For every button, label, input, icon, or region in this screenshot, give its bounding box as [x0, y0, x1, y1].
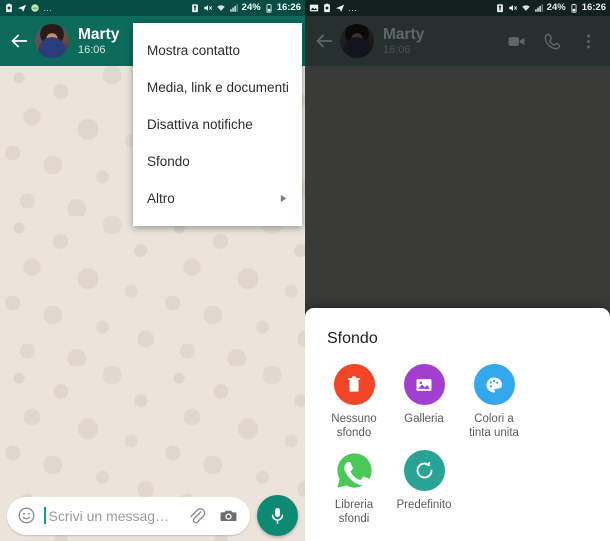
menu-item-label: Media, link e documenti: [147, 80, 289, 95]
status-bar: … 24% 16:26: [305, 0, 610, 16]
telegram-icon: [17, 4, 27, 12]
option-label: Colori a tinta unita: [469, 413, 519, 439]
mute-icon: [508, 5, 517, 11]
option-label: Nessuno sfondo: [331, 413, 377, 439]
signal-icon: [229, 4, 238, 12]
status-bar-right-icons: 24% 16:26: [190, 3, 301, 13]
submenu-arrow-icon: [280, 194, 287, 203]
status-bar-left-icons: …: [4, 3, 190, 13]
contact-name: Marty: [383, 25, 425, 43]
menu-item-label: Altro: [147, 191, 175, 206]
contact-last-seen: 16:06: [78, 43, 106, 56]
trash-icon: [347, 375, 361, 392]
sim-icon: [496, 4, 503, 13]
status-bar-right-icons: 24% 16:26: [495, 3, 606, 13]
menu-item-label: Disattiva notifiche: [147, 117, 253, 132]
menu-item-altro[interactable]: Altro: [133, 180, 302, 217]
menu-item-label: Mostra contatto: [147, 43, 241, 58]
trash-icon-circle: [333, 364, 375, 405]
status-more-dots-icon: …: [43, 2, 52, 13]
option-label: Predefinito: [396, 499, 452, 511]
contact-last-seen: 16:06: [383, 43, 411, 56]
signal-icon: [534, 4, 543, 12]
sim-icon: [191, 4, 198, 13]
camera-icon[interactable]: [219, 506, 238, 525]
menu-item-sfondo[interactable]: Sfondo: [133, 143, 302, 180]
status-bar: … 24% 16:26: [0, 0, 305, 16]
palette-icon-circle: [473, 364, 515, 405]
wallpaper-options-grid: Nessuno sfondo Galleria Colori a tinta u…: [305, 348, 610, 536]
clock-label: 16:26: [276, 2, 301, 13]
wallpaper-bottom-sheet: Sfondo Nessuno sfondo Galleria Colori a …: [305, 308, 610, 541]
avatar[interactable]: [35, 24, 69, 58]
avatar[interactable]: [340, 24, 374, 58]
wallpaper-option-predefinito[interactable]: Predefinito: [391, 450, 457, 526]
voice-call-icon[interactable]: [543, 32, 562, 51]
menu-item-mostra-contatto[interactable]: Mostra contatto: [133, 32, 302, 69]
voice-record-button[interactable]: [257, 495, 298, 536]
composer-actions: [187, 506, 240, 525]
option-label: Libreria sfondi: [334, 499, 374, 525]
overflow-menu[interactable]: Mostra contatto Media, link e documenti …: [133, 23, 302, 226]
whatsapp-icon-circle: [334, 450, 375, 491]
mute-icon: [203, 5, 212, 11]
wallpaper-option-libreria-sfondi[interactable]: Libreria sfondi: [321, 450, 387, 526]
panel-sfondo-sheet: … 24% 16:26 Marty 16:06 Sfondo Nessuno s…: [305, 0, 610, 541]
menu-item-media-link-documenti[interactable]: Media, link e documenti: [133, 69, 302, 106]
battery-icon: [571, 3, 577, 13]
message-composer: Scrivi un messag…: [0, 490, 305, 541]
telegram-icon: [335, 4, 345, 12]
restore-icon-circle: [403, 450, 445, 491]
video-call-icon[interactable]: [507, 32, 526, 51]
gallery-icon: [416, 378, 432, 391]
message-input-pill[interactable]: Scrivi un messag…: [7, 496, 250, 535]
battery-icon: [266, 3, 272, 13]
panel-chat-with-menu: … 24% 16:26 Marty 16:06 Mostra contatto …: [0, 0, 305, 541]
wifi-icon: [521, 5, 530, 11]
gallery-icon-circle: [403, 364, 445, 405]
contact-info[interactable]: Marty 16:06: [78, 26, 119, 57]
sheet-title: Sfondo: [327, 330, 378, 347]
microphone-icon: [271, 507, 284, 524]
whatsapp-icon: [336, 453, 372, 488]
status-more-dots-icon: …: [348, 2, 357, 13]
overflow-menu-icon[interactable]: [579, 32, 598, 51]
battery-percent-label: 24%: [546, 2, 566, 13]
emoji-icon[interactable]: [17, 506, 36, 525]
app-bar-actions: [507, 32, 602, 51]
back-arrow-icon[interactable]: [313, 30, 335, 52]
wifi-icon: [216, 5, 225, 11]
menu-item-label: Sfondo: [147, 154, 190, 169]
restore-icon: [416, 461, 432, 479]
status-bar-left-icons: …: [309, 3, 495, 13]
notification-icon: [324, 3, 330, 13]
back-arrow-icon[interactable]: [8, 30, 30, 52]
clock-label: 16:26: [581, 2, 606, 13]
message-input-placeholder[interactable]: Scrivi un messag…: [49, 508, 188, 524]
palette-icon: [486, 377, 502, 392]
app-icon: [31, 4, 39, 12]
paperclip-icon[interactable]: [187, 506, 206, 525]
screenshot-root: … 24% 16:26 Marty 16:06 Mostra contatto …: [0, 0, 610, 541]
image-icon: [309, 4, 319, 12]
text-cursor: [44, 507, 46, 524]
battery-percent-label: 24%: [241, 2, 261, 13]
menu-item-disattiva-notifiche[interactable]: Disattiva notifiche: [133, 106, 302, 143]
wallpaper-option-colori-tinta-unita[interactable]: Colori a tinta unita: [461, 364, 527, 440]
wallpaper-option-galleria[interactable]: Galleria: [391, 364, 457, 440]
app-bar: Marty 16:06: [305, 16, 610, 66]
contact-name: Marty: [78, 25, 120, 43]
option-label: Galleria: [404, 413, 444, 425]
notification-icon: [6, 3, 12, 13]
wallpaper-option-nessuno-sfondo[interactable]: Nessuno sfondo: [321, 364, 387, 440]
contact-info[interactable]: Marty 16:06: [383, 26, 424, 57]
